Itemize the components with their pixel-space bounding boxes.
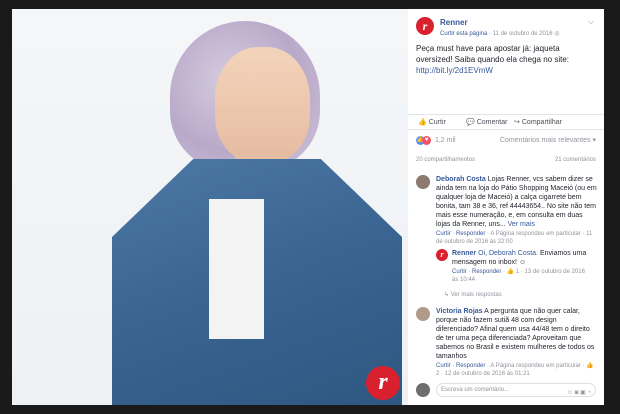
- sticker-icon[interactable]: ◔: [587, 390, 591, 396]
- comment-like-link[interactable]: Curtir: [436, 363, 451, 369]
- write-comment-row: Escreva um comentário... ☺ ◙ ▣ ◔: [416, 382, 596, 399]
- renner-logo-watermark: r: [366, 366, 400, 400]
- commenter-avatar[interactable]: [416, 175, 430, 189]
- comment-like-link[interactable]: Curtir: [436, 231, 451, 237]
- comment-label: Comentar: [476, 119, 508, 126]
- emoji-icon[interactable]: ☺: [567, 390, 573, 396]
- post-meta: Curtir esta página · 11 de outubro de 20…: [440, 30, 560, 37]
- comment-note: · A Página respondeu em particular: [487, 231, 581, 237]
- chevron-down-icon[interactable]: ⌵: [588, 17, 594, 27]
- gif-icon[interactable]: ▣: [580, 390, 586, 396]
- reply-like-icon: 👍: [506, 269, 515, 275]
- view-more-replies-link[interactable]: ↳ Ver mais respostas: [444, 291, 502, 298]
- photo-white-shirt: [209, 199, 264, 339]
- comment-input[interactable]: Escreva um comentário... ☺ ◙ ▣ ◔: [436, 383, 596, 397]
- comment-body: Victoria Rojas A pergunta que não quer c…: [436, 307, 598, 378]
- comment-input-tools: ☺ ◙ ▣ ◔: [567, 387, 591, 399]
- comment-text: A pergunta que não quer calar, porque nã…: [436, 308, 595, 360]
- comment-footer: Curtir · Responder · A Página respondeu …: [436, 363, 594, 377]
- comment-footer: Curtir · Responder · A Página respondeu …: [436, 231, 593, 245]
- smile-emoji-icon: ☺: [518, 259, 527, 266]
- engagement-counts: 20 compartilhamentos 21 comentários: [416, 157, 596, 163]
- post-photo[interactable]: r: [12, 9, 408, 405]
- like-button[interactable]: 👍 Curtir: [418, 118, 446, 126]
- see-more-link[interactable]: Ver mais: [508, 221, 535, 228]
- comment-sort-label: Comentários mais relevantes: [499, 137, 591, 144]
- globe-icon: ◎: [554, 31, 560, 37]
- commenter-name[interactable]: Deborah Costa: [436, 176, 486, 183]
- post-text-body: Peça must have para apostar já: jaqueta …: [416, 44, 569, 64]
- comment-button[interactable]: 💬 Comentar: [466, 118, 507, 126]
- reply-footer: Curtir · Responder · 👍 1 · 13 de outubro…: [452, 269, 585, 283]
- share-icon: ↪: [514, 119, 520, 126]
- post-actions-bar: 👍 Curtir 💬 Comentar ↪ Compartilhar: [408, 114, 604, 130]
- page-avatar[interactable]: r: [416, 17, 434, 35]
- lightbox-stage: r r Renner Curtir esta página · 11 de ou…: [0, 0, 620, 414]
- user-avatar: [416, 383, 430, 397]
- post-date[interactable]: 11 de outubro de 2016: [493, 31, 553, 37]
- reply-body: Renner Oi, Deborah Costa. Enviamos uma m…: [452, 249, 590, 284]
- post-text: Peça must have para apostar já: jaqueta …: [416, 43, 598, 76]
- reaction-count[interactable]: 1,2 mil: [435, 137, 456, 144]
- photo-face: [215, 47, 310, 162]
- comment-like-icon: 👍: [586, 363, 594, 369]
- reply-mention-link[interactable]: Oi, Deborah Costa.: [478, 250, 538, 257]
- reply-avatar[interactable]: r: [436, 249, 448, 261]
- post-side-panel: r Renner Curtir esta página · 11 de outu…: [408, 9, 604, 405]
- share-label: Compartilhar: [521, 119, 562, 126]
- thumbs-up-icon: 👍: [418, 119, 427, 126]
- commenter-avatar[interactable]: [416, 307, 430, 321]
- commenter-name[interactable]: Victoria Rojas: [436, 308, 483, 315]
- post-url-link[interactable]: http://bit.ly/2d1EVmW: [416, 66, 493, 75]
- comment-icon: 💬: [466, 119, 475, 126]
- comments-count[interactable]: 21 comentários: [555, 157, 596, 163]
- comment-sort-dropdown[interactable]: Comentários mais relevantes ▾: [500, 136, 596, 144]
- reply-reply-link[interactable]: Responder: [472, 269, 501, 275]
- reactions-row: 👍♥ 1,2 mil Comentários mais relevantes ▾: [416, 136, 596, 148]
- reply-arrow-icon: ↳: [444, 292, 451, 298]
- page-name-link[interactable]: Renner: [440, 18, 468, 27]
- shares-count[interactable]: 20 compartilhamentos: [416, 157, 475, 163]
- reply-author-name[interactable]: Renner: [452, 250, 476, 257]
- camera-icon[interactable]: ◙: [575, 390, 579, 396]
- caret-down-icon: ▾: [592, 137, 596, 144]
- reply-like-link[interactable]: Curtir: [452, 269, 467, 275]
- like-page-link[interactable]: Curtir esta página: [440, 31, 487, 37]
- view-more-replies-label: Ver mais respostas: [450, 292, 502, 298]
- comment-note: A Página respondeu em particular: [490, 363, 581, 369]
- comment-body: Deborah Costa Lojas Renner, vcs sabem di…: [436, 175, 598, 246]
- comment-reply-link[interactable]: Responder: [456, 363, 485, 369]
- like-label: Curtir: [428, 119, 446, 126]
- post-header: r Renner Curtir esta página · 11 de outu…: [416, 17, 596, 43]
- comment-date[interactable]: 2 · 12 de outubro de 2016 às 01:21: [436, 371, 530, 377]
- share-button[interactable]: ↪ Compartilhar: [514, 118, 562, 126]
- comment-input-placeholder: Escreva um comentário...: [441, 387, 510, 393]
- comment-reply-link[interactable]: Responder: [456, 231, 485, 237]
- love-reaction-icon[interactable]: ♥: [422, 136, 431, 145]
